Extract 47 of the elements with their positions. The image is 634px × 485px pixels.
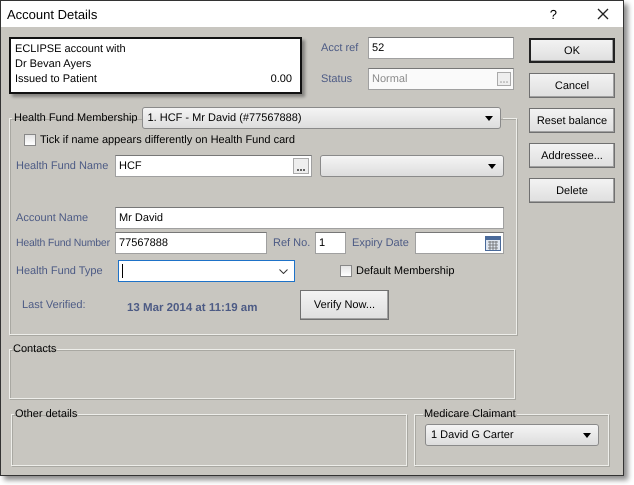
dialog-button[interactable]: OK <box>529 38 615 63</box>
acct-ref-field[interactable]: 52 <box>368 37 514 59</box>
dialog-button[interactable]: Cancel <box>529 73 615 98</box>
verify-now-button[interactable]: Verify Now... <box>300 290 389 320</box>
chevron-down-icon <box>279 268 288 274</box>
browse-icon[interactable] <box>293 158 309 174</box>
close-icon[interactable] <box>597 8 609 20</box>
summary-text: Issued to Patient <box>15 72 97 87</box>
group-title: Health Fund Membership <box>14 112 138 124</box>
last-verified-label: Last Verified: <box>21 299 87 311</box>
field-label: Ref No. <box>273 237 312 249</box>
field-label: Health Fund Type <box>16 265 104 277</box>
summary-text: Dr Bevan Ayers <box>15 57 92 72</box>
health-fund-name-field[interactable]: HCF <box>115 155 312 177</box>
group-title: Medicare Claimant <box>424 408 516 420</box>
dropdown-arrow-icon <box>488 164 496 168</box>
dialog-button[interactable]: Delete <box>529 178 615 203</box>
group-title: Other details <box>15 408 78 420</box>
expiry-date-field[interactable] <box>415 232 504 254</box>
checkbox-label: Tick if name appears differently on Health Fund card <box>40 134 295 146</box>
health-fund-type-combo[interactable] <box>118 260 295 282</box>
field-label: Health Fund Name <box>16 160 110 172</box>
claimant-dropdown[interactable]: 1 David G Carter <box>425 424 599 446</box>
dropdown-arrow-icon <box>484 116 493 120</box>
field-label: Account Name <box>16 212 90 224</box>
field-label: Status <box>321 73 354 85</box>
checkbox-label: Default Membership <box>356 265 454 277</box>
field-label: Expiry Date <box>352 237 410 249</box>
ref-no-field[interactable]: 1 <box>315 232 346 254</box>
field-label: Health Fund Number <box>16 237 111 249</box>
dialog-button[interactable]: Reset balance <box>529 108 615 133</box>
window-title: Account Details <box>7 6 98 22</box>
field-label: Acct ref <box>321 42 360 54</box>
checkbox[interactable] <box>340 265 352 277</box>
balance-amount: 0.00 <box>270 72 292 87</box>
membership-dropdown[interactable]: 1. HCF - Mr David (#77567888) <box>142 107 501 129</box>
health-fund-number-field[interactable]: 77567888 <box>115 232 267 254</box>
dropdown-arrow-icon <box>583 432 591 438</box>
checkbox[interactable] <box>24 134 36 146</box>
dialog-button[interactable]: Addressee... <box>529 143 615 168</box>
account-name-field[interactable]: Mr David <box>115 207 504 229</box>
last-verified-date: 13 Mar 2014 at 11:19 am <box>127 301 258 314</box>
calendar-icon[interactable] <box>485 235 501 251</box>
help-button[interactable]: ? <box>546 6 561 22</box>
summary-text: ECLIPSE account with <box>15 42 127 57</box>
dropdown[interactable] <box>320 155 504 177</box>
group-title: Contacts <box>13 343 56 355</box>
